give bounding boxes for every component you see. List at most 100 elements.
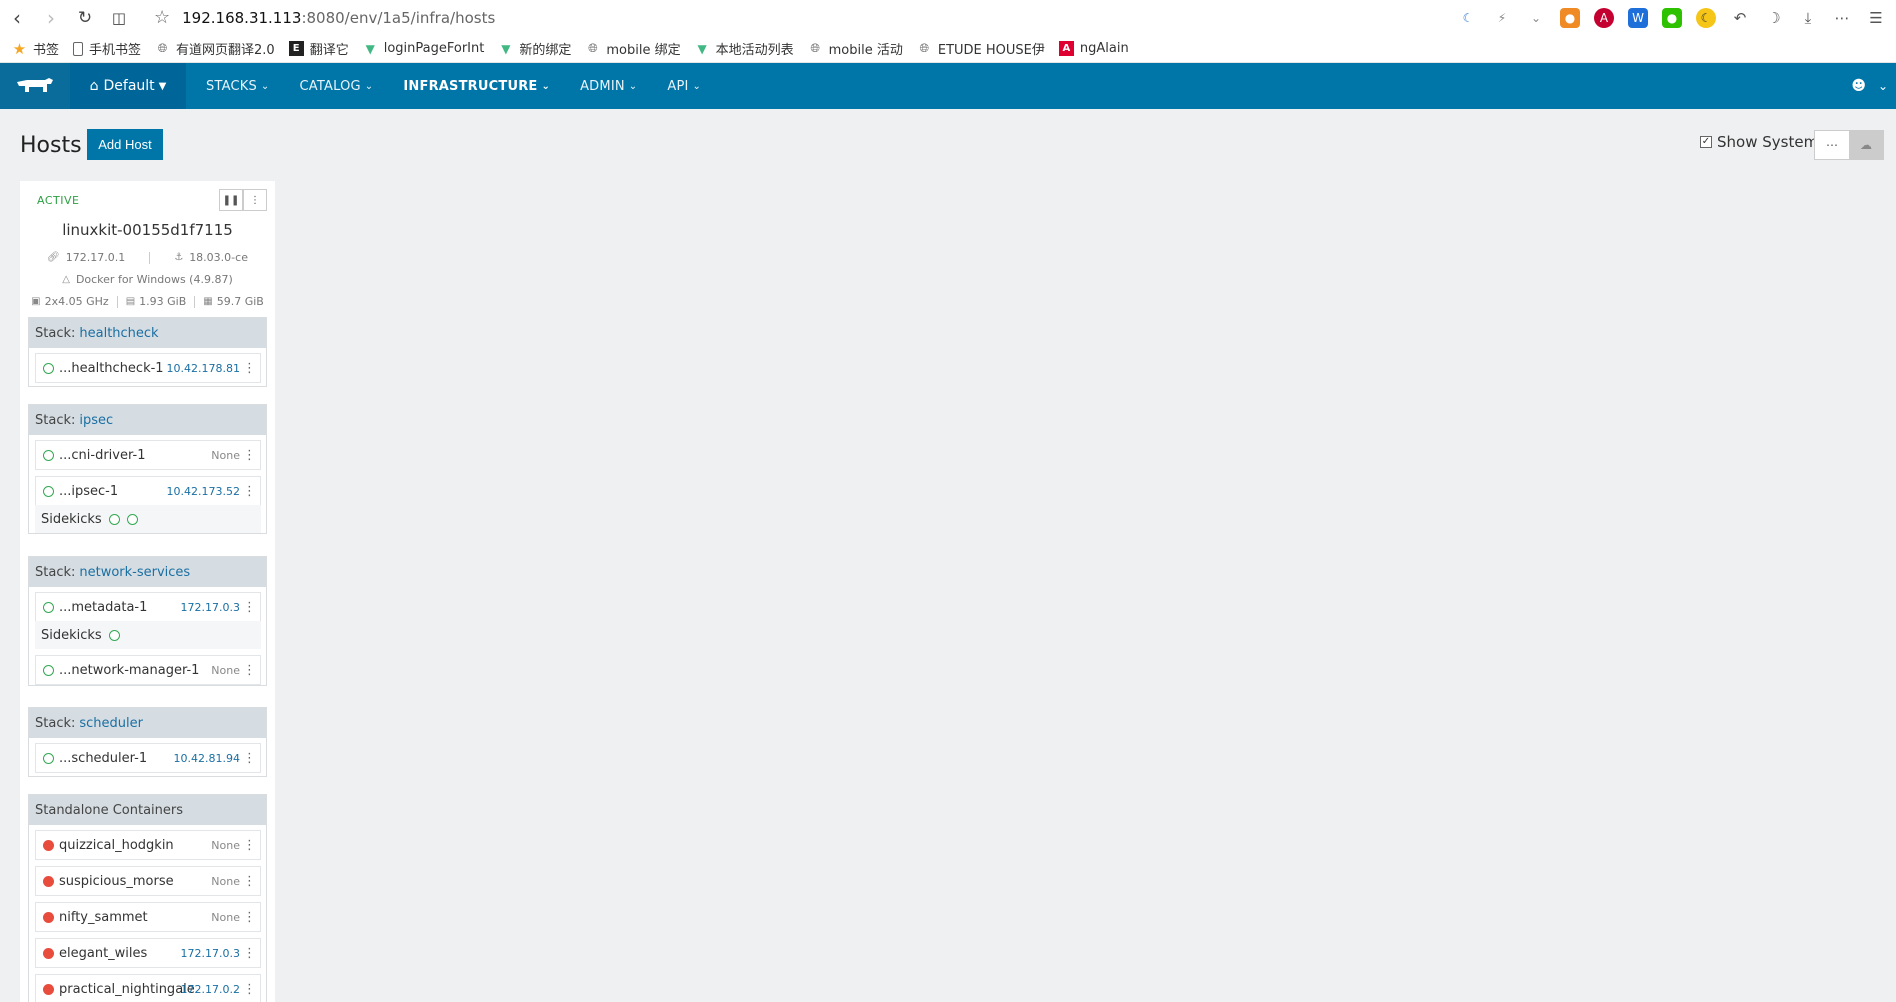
show-system-toggle[interactable]: ✓ Show System [1700,133,1818,151]
user-icon: ☻ [1851,78,1866,94]
moon-extension-icon[interactable]: ☾ [1458,8,1478,28]
environment-switcher[interactable]: ⌂ Default ▼ [70,63,186,109]
container-name: ...network-manager-1 [59,662,200,678]
container-ip: None [211,910,240,924]
address-bar[interactable]: ☆ 192.168.31.113:8080/env/1a5/infra/host… [154,0,495,35]
sidekicks-row: Sidekicks [35,621,261,649]
vue-icon: ▼ [697,41,707,56]
container-row[interactable]: suspicious_morse None ⋮ [35,866,261,896]
stack-link[interactable]: network-services [79,565,190,580]
globe-icon: 🌐︎ [588,41,598,55]
gamepad-extension-icon[interactable]: ● [1560,7,1580,28]
container-name: ...ipsec-1 [59,483,119,499]
kebab-menu-icon[interactable]: ⋮ [243,751,256,766]
container-row[interactable]: practical_nightingale 172.17.0.2 ⋮ [35,974,261,1002]
bookmark-item[interactable]: ▼ 本地活动列表 [695,39,793,59]
forward-button[interactable]: › [34,0,68,35]
list-view-button[interactable]: ⋯ [1815,131,1849,159]
container-ip: None [211,874,240,888]
container-row[interactable]: ...scheduler-1 10.42.81.94 ⋮ [35,743,261,773]
kebab-menu-icon[interactable]: ⋮ [243,910,256,925]
sidekicks-row: Sidekicks [35,505,261,533]
page-title: Hosts [20,133,82,158]
kebab-menu-icon[interactable]: ⋮ [243,663,256,678]
reader-mode-button[interactable]: ◫ [102,0,136,35]
kebab-menu-icon[interactable]: ⋮ [243,982,256,997]
bookmark-item[interactable]: 🌐︎ mobile 绑定 [585,39,681,58]
docker-icon: ⚓ [174,252,184,263]
bookmark-star-icon[interactable]: ☆ [154,7,170,28]
menu-stacks[interactable]: STACKS ⌄ [206,79,270,94]
add-host-button[interactable]: Add Host [87,129,163,160]
download-icon[interactable]: ⤓ [1798,8,1818,28]
menu-icon[interactable]: ☰ [1866,8,1886,28]
menu-admin[interactable]: ADMIN ⌄ [580,79,637,94]
stack-link[interactable]: scheduler [79,716,143,731]
menu-infrastructure[interactable]: INFRASTRUCTURE ⌄ [403,79,550,94]
bolt-extension-icon[interactable]: ⚡ [1492,8,1512,28]
container-row[interactable]: ...network-manager-1 None ⋮ [35,655,261,685]
kebab-menu-icon[interactable]: ⋮ [243,600,256,615]
menu-catalog[interactable]: CATALOG ⌄ [300,79,374,94]
bookmark-item[interactable]: 🌐︎ ETUDE HOUSE伊 [917,39,1045,58]
globe-icon: 🌐︎ [919,41,930,55]
bookmark-item[interactable]: 手机书签 [73,39,141,58]
angular-extension-icon[interactable]: A [1594,7,1614,28]
wechat-extension-icon[interactable]: ● [1662,7,1682,28]
chevron-down-icon: ⌄ [260,80,270,92]
kebab-menu-icon[interactable]: ⋮ [243,946,256,961]
bookmark-item[interactable]: ★ 书签 [12,39,59,59]
container-row[interactable]: ...metadata-1 172.17.0.3 ⋮ [35,592,261,622]
host-os-row: △ Docker for Windows (4.9.87) [20,273,275,286]
bookmark-item[interactable]: ▼ 新的绑定 [498,39,571,59]
kebab-menu-icon[interactable]: ⋮ [243,874,256,889]
container-name: quizzical_hodgkin [59,837,174,853]
grid-view-button[interactable]: ☁ [1849,131,1883,159]
sidekick-status-icon[interactable] [108,513,120,525]
bookmark-item[interactable]: 🌐︎ mobile 活动 [808,39,903,58]
sidekick-status-icon[interactable] [108,629,120,641]
chevron-down-icon: ⌄ [541,80,551,92]
word-extension-icon[interactable]: W [1628,7,1648,28]
bookmark-item[interactable]: E 翻译它 [288,39,349,58]
status-running-icon [43,362,54,374]
container-row[interactable]: quizzical_hodgkin None ⋮ [35,830,261,860]
more-icon[interactable]: ⋯ [1832,8,1852,28]
container-ip: 10.42.178.81 [166,361,240,375]
show-system-checkbox[interactable]: ✓ [1700,136,1712,148]
container-row[interactable]: ...ipsec-1 10.42.173.52 ⋮ [35,476,261,506]
sidekick-status-icon[interactable] [126,513,138,525]
stack-link[interactable]: ipsec [79,413,113,428]
container-row[interactable]: nifty_sammet None ⋮ [35,902,261,932]
reload-button[interactable]: ↻ [68,0,102,35]
kebab-menu-icon[interactable]: ⋮ [243,361,256,376]
container-name: ...cni-driver-1 [59,447,146,463]
kebab-menu-icon[interactable]: ⋮ [243,484,256,499]
status-running-icon [43,601,54,613]
bookmark-item[interactable]: 🌐︎ 有道网页翻译2.0 [155,39,275,58]
bookmark-item[interactable]: ▼ loginPageForInt [363,41,485,56]
pause-icon[interactable]: ❚❚ [219,189,243,211]
container-row[interactable]: ...healthcheck-1 10.42.178.81 ⋮ [35,353,261,383]
bookmark-item[interactable]: AngAlain [1058,41,1129,56]
phone-icon [73,41,84,56]
user-menu[interactable]: ☻ ⌄ [1851,63,1888,109]
container-row[interactable]: ...cni-driver-1 None ⋮ [35,440,261,470]
translate-icon: E [288,41,304,56]
vue-icon: ▼ [365,41,375,56]
crescent-extension-icon[interactable]: ☾ [1696,7,1716,28]
undo-icon[interactable]: ↶ [1730,8,1750,28]
stack-network-services: Stack: network-services ...metadata-1 172… [28,556,267,686]
menu-api[interactable]: API ⌄ [667,79,701,94]
container-ip: None [211,448,240,462]
chevron-down-icon[interactable]: ⌄ [1526,8,1546,28]
back-button[interactable]: ‹ [0,0,34,35]
kebab-menu-icon[interactable]: ⋮ [243,189,267,211]
night-mode-icon[interactable]: ☽ [1764,8,1784,28]
kebab-menu-icon[interactable]: ⋮ [243,448,256,463]
rancher-logo-icon[interactable] [0,63,70,109]
kebab-menu-icon[interactable]: ⋮ [243,838,256,853]
stack-link[interactable]: healthcheck [79,326,158,341]
container-row[interactable]: elegant_wiles 172.17.0.3 ⋮ [35,938,261,968]
host-memory: 1.93 GiB [139,295,187,308]
